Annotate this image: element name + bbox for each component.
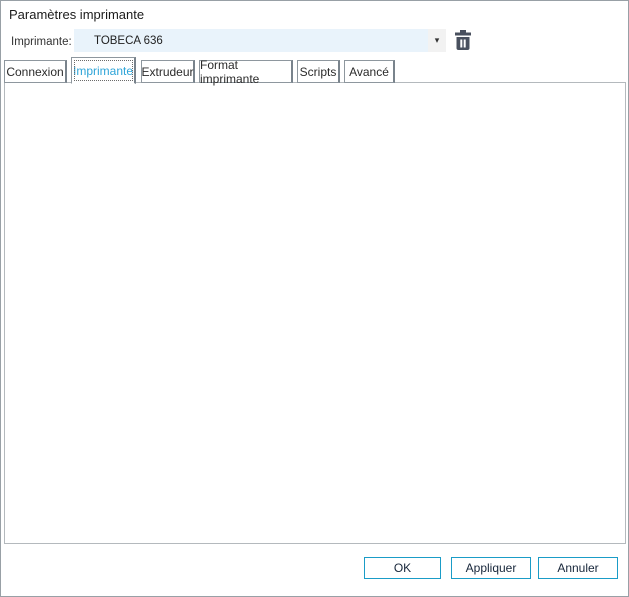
apply-button[interactable]: Appliquer bbox=[451, 557, 531, 579]
printer-select-value: TOBECA 636 bbox=[74, 35, 428, 47]
printer-label: Imprimante: bbox=[11, 36, 72, 48]
chevron-down-icon[interactable]: ▾ bbox=[428, 29, 446, 52]
tab-connexion[interactable]: Connexion bbox=[4, 60, 67, 83]
ok-button[interactable]: OK bbox=[364, 557, 441, 579]
tab-format-imprimante[interactable]: Format imprimante bbox=[199, 60, 293, 83]
printer-settings-dialog: Paramètres imprimante Imprimante: TOBECA… bbox=[0, 0, 629, 597]
tab-scripts[interactable]: Scripts bbox=[297, 60, 340, 83]
delete-printer-button[interactable] bbox=[453, 30, 473, 51]
tab-imprimante[interactable]: Imprimante bbox=[71, 57, 136, 84]
tab-extrudeur[interactable]: Extrudeur bbox=[141, 60, 195, 83]
cancel-button[interactable]: Annuler bbox=[538, 557, 618, 579]
tab-avance[interactable]: Avancé bbox=[344, 60, 395, 83]
trash-icon bbox=[454, 38, 472, 53]
tab-page-panel bbox=[4, 82, 626, 544]
printer-select[interactable]: TOBECA 636 ▾ bbox=[74, 29, 446, 52]
page-title: Paramètres imprimante bbox=[9, 7, 144, 22]
